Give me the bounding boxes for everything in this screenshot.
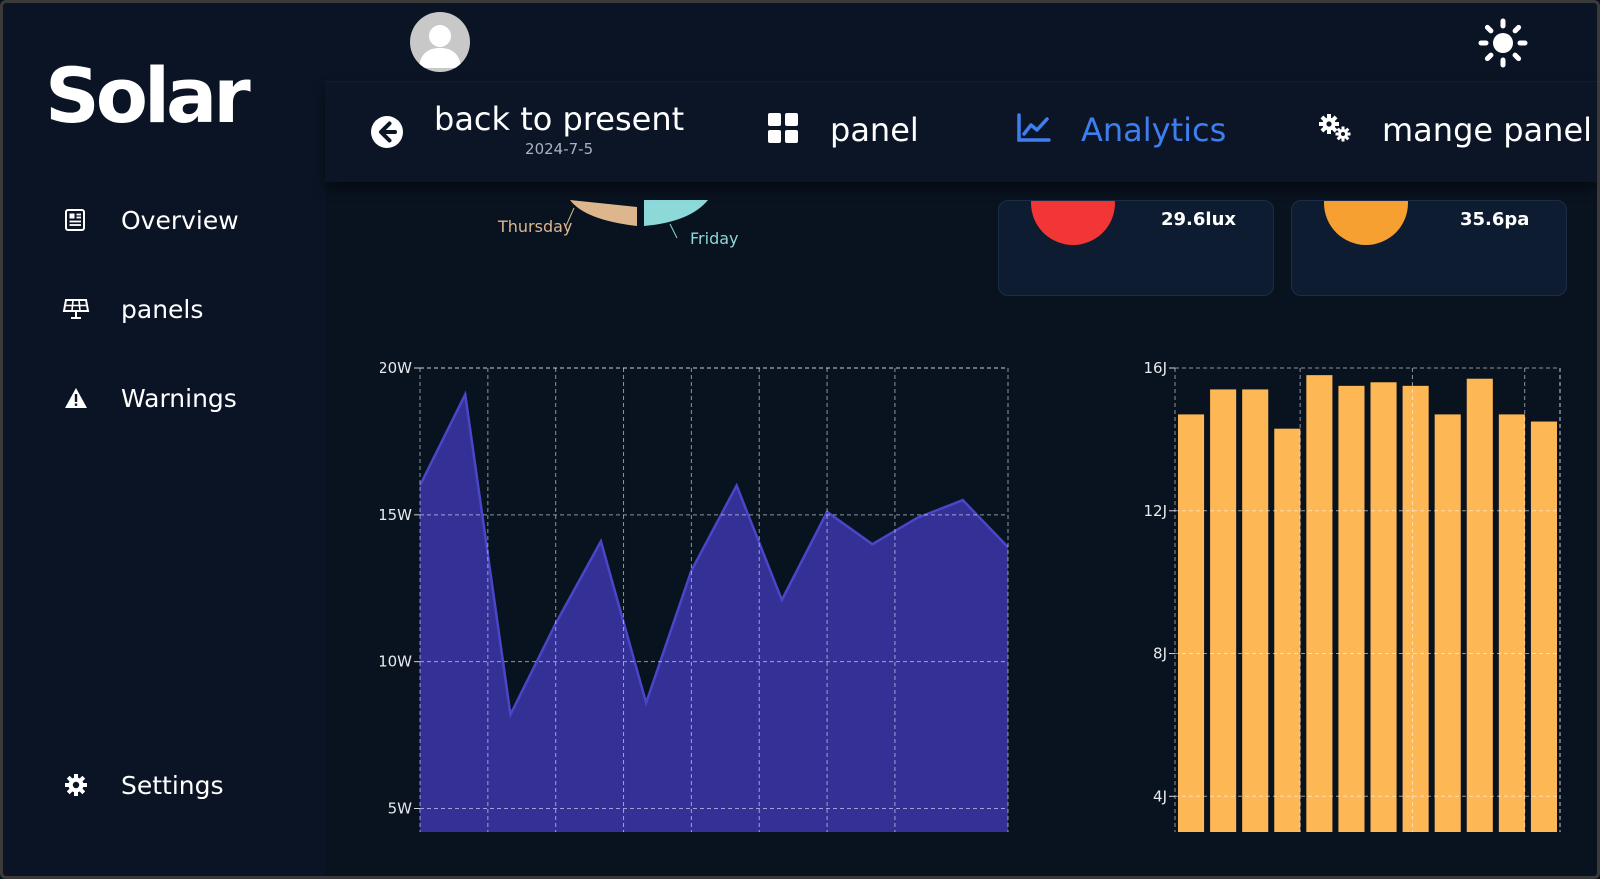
chart-line-icon [1017, 113, 1051, 147]
bar [1274, 428, 1301, 832]
bar [1402, 385, 1429, 832]
bar [1306, 375, 1333, 832]
bar [1530, 421, 1557, 832]
pie-slice-thursday [570, 200, 637, 226]
pie-label-friday: Friday [690, 229, 739, 248]
sidebar-item-panels[interactable]: panels [61, 289, 203, 329]
energy-bar-chart: 4J 8J 12J 16J [1143, 360, 1561, 832]
bar [1210, 389, 1237, 832]
solar-panel-icon [61, 294, 91, 324]
top-bar [325, 3, 1597, 82]
pie-slice-friday [644, 200, 708, 226]
bar [1498, 414, 1525, 832]
y-tick-label: 20W [380, 360, 412, 377]
sidebar-item-overview[interactable]: Overview [61, 200, 239, 240]
light-card: 29.6lux [998, 200, 1274, 296]
bar [1370, 382, 1397, 832]
tab-analytics[interactable]: Analytics [1017, 111, 1226, 149]
sidebar: Solar Overview panels Warnings Settings [3, 3, 325, 876]
y-tick-label: 8J [1153, 645, 1167, 663]
sidebar-item-label: Settings [121, 770, 224, 800]
back-to-present-button[interactable]: back to present 2024-7-5 [370, 100, 684, 158]
y-tick-label: 16J [1143, 360, 1167, 377]
y-tick-label: 12J [1143, 502, 1167, 520]
light-indicator-icon [1031, 201, 1115, 245]
bar [1434, 414, 1461, 832]
y-tick-label: 10W [380, 653, 412, 671]
gear-icon [61, 770, 91, 800]
warning-icon [61, 383, 91, 413]
user-avatar-icon[interactable] [410, 12, 470, 72]
sun-icon[interactable] [1478, 18, 1528, 68]
tab-panel[interactable]: panel [768, 111, 919, 149]
sidebar-item-label: Overview [121, 205, 239, 235]
bar [1466, 378, 1493, 832]
present-date: 2024-7-5 [525, 140, 594, 158]
grid-icon [768, 113, 798, 147]
app-logo: Solar [45, 51, 251, 140]
y-tick-label: 15W [380, 506, 412, 524]
pressure-value: 35.6pa [1460, 209, 1530, 230]
tab-panel-label: panel [830, 111, 919, 149]
arrow-left-circle-icon [370, 115, 404, 153]
sidebar-item-settings[interactable]: Settings [61, 765, 224, 805]
y-tick-label: 5W [388, 800, 413, 818]
power-area-chart: 5W 10W 15W 20W [380, 360, 1009, 832]
tab-analytics-label: Analytics [1081, 111, 1227, 149]
bar [1178, 414, 1205, 832]
newspaper-icon [61, 205, 91, 235]
pie-label-thursday: Thursday [498, 217, 573, 236]
pressure-indicator-icon [1324, 201, 1408, 245]
tab-manage-panel-label: mange panel [1382, 111, 1593, 149]
sidebar-item-label: Warnings [121, 383, 237, 413]
bar [1242, 389, 1269, 832]
light-value: 29.6lux [1161, 209, 1237, 230]
pressure-card: 35.6pa [1291, 200, 1567, 296]
tab-manage-panel[interactable]: mange panel [1318, 111, 1592, 149]
sidebar-item-label: panels [121, 294, 204, 324]
area-fill [420, 394, 1008, 832]
y-tick-label: 4J [1153, 787, 1167, 805]
sidebar-item-warnings[interactable]: Warnings [61, 378, 237, 418]
back-to-present-label: back to present [434, 100, 685, 138]
bar [1338, 385, 1365, 832]
gears-icon [1318, 113, 1352, 147]
